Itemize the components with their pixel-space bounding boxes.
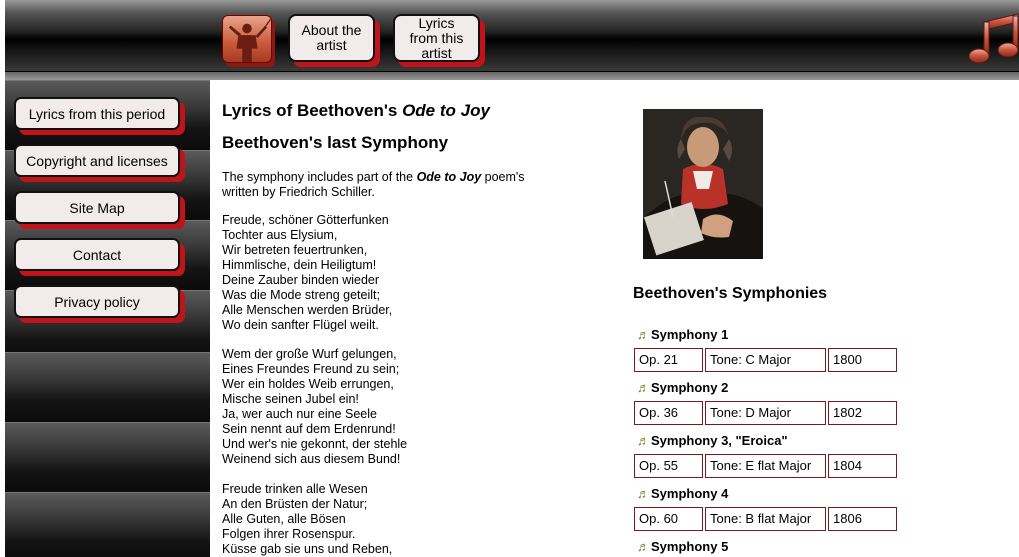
sidebar-item-label: Contact — [72, 246, 122, 263]
symphony-title[interactable]: ♬Symphony 1 — [637, 327, 728, 342]
symphony-title-text: Symphony 4 — [651, 486, 729, 501]
symphonies-heading: Beethoven's Symphonies — [633, 285, 828, 302]
music-note-icon: ♬ — [637, 327, 650, 342]
poem-stanza: Freude, schöner Götterfunken Tochter aus… — [222, 213, 393, 332]
poem-stanza: Freude trinken alle Wesen An den Brüsten… — [222, 482, 393, 556]
symphony-opus-cell: Op. 60 — [634, 507, 703, 531]
music-note-icon: ♬ — [637, 539, 650, 554]
music-note-icon: ♬ — [637, 380, 650, 395]
symphony-year-cell: 1802 — [828, 401, 897, 425]
sidebar-item-label: Lyrics from this period — [28, 105, 166, 122]
symphony-tone-cell: Tone: C Major — [705, 348, 826, 372]
music-note-icon: ♬ — [637, 486, 650, 501]
intro-paragraph: The symphony includes part of the Ode to… — [222, 170, 562, 200]
symphony-title[interactable]: ♬Symphony 5 — [637, 539, 728, 554]
symphony-title-text: Symphony 5 — [651, 539, 729, 554]
page-title-italic: Ode to Joy — [402, 101, 490, 120]
about-the-artist-button[interactable]: About the artist — [288, 14, 375, 62]
music-note-icon — [968, 10, 1019, 65]
lyrics-from-artist-button[interactable]: Lyrics from this artist — [393, 14, 480, 62]
sidebar-band — [5, 422, 210, 492]
symphony-year-cell: 1806 — [828, 507, 897, 531]
poem-stanza: Wem der große Wurf gelungen, Eines Freun… — [222, 347, 408, 466]
symphony-title-text: Symphony 1 — [651, 327, 729, 342]
symphony-opus-cell: Op. 21 — [634, 348, 703, 372]
page-title: Lyrics of Beethoven's Ode to Joy — [222, 101, 490, 121]
conductor-icon[interactable] — [222, 15, 272, 63]
symphony-title[interactable]: ♬Symphony 2 — [637, 380, 728, 395]
page-title-prefix: Lyrics of Beethoven's — [222, 101, 403, 120]
left-edge — [0, 0, 5, 557]
header-divider — [0, 72, 1019, 80]
sidebar-item-label: Privacy policy — [54, 293, 140, 310]
sidebar-band — [5, 352, 210, 422]
sidebar-item-privacy[interactable]: Privacy policy — [14, 285, 180, 318]
lyrics-from-artist-label: Lyrics from this artist — [409, 14, 464, 61]
symphony-opus-cell: Op. 55 — [634, 454, 703, 478]
sidebar-item-label: Copyright and licenses — [26, 152, 168, 169]
sidebar-band — [5, 492, 210, 557]
sidebar-item-contact[interactable]: Contact — [14, 238, 180, 271]
symphony-tone-cell: Tone: B flat Major — [705, 507, 826, 531]
sidebar-item-copyright[interactable]: Copyright and licenses — [14, 144, 180, 177]
sidebar-item-lyrics-period[interactable]: Lyrics from this period — [14, 97, 180, 130]
symphony-opus-cell: Op. 36 — [634, 401, 703, 425]
site-header — [0, 0, 1019, 72]
symphony-tone-cell: Tone: D Major — [705, 401, 826, 425]
symphony-title-text: Symphony 2 — [651, 380, 729, 395]
symphony-title[interactable]: ♬Symphony 3, "Eroica" — [637, 433, 788, 448]
symphony-title-text: Symphony 3, "Eroica" — [651, 433, 788, 448]
beethoven-portrait — [643, 109, 763, 259]
symphony-year-cell: 1804 — [828, 454, 897, 478]
symphony-title[interactable]: ♬Symphony 4 — [637, 486, 728, 501]
about-the-artist-label: About the artist — [301, 22, 362, 53]
sidebar: Lyrics from this period Copyright and li… — [5, 80, 210, 557]
sidebar-item-site-map[interactable]: Site Map — [14, 191, 180, 224]
symphony-year-cell: 1800 — [828, 348, 897, 372]
symphony-tone-cell: Tone: E flat Major — [705, 454, 826, 478]
page-subtitle: Beethoven's last Symphony — [222, 133, 449, 152]
sidebar-item-label: Site Map — [69, 199, 125, 216]
intro-text-before: The symphony includes part of the — [222, 170, 417, 184]
intro-text-italic: Ode to Joy — [416, 170, 482, 184]
music-note-icon: ♬ — [637, 433, 650, 448]
